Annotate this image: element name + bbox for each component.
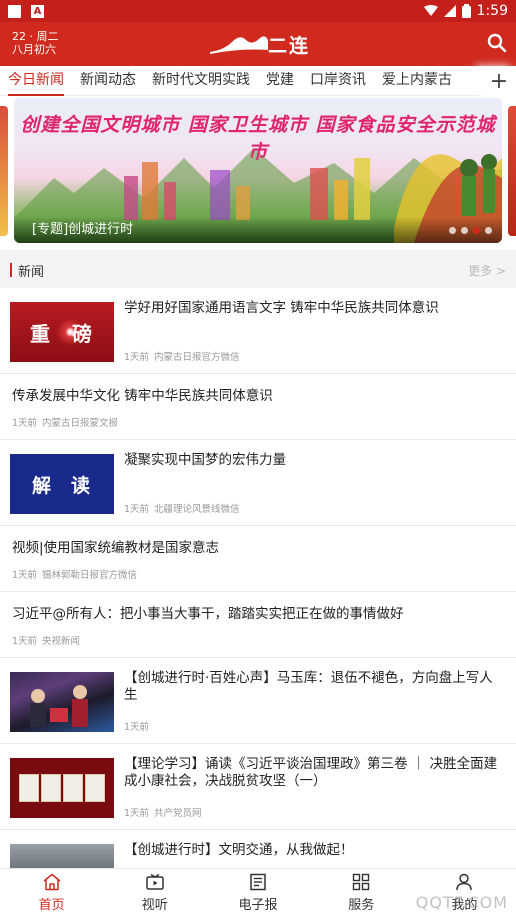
news-time: 1天前 (124, 722, 150, 733)
news-item[interactable]: 【理论学习】诵读《习近平谈治国理政》第三卷 ｜ 决胜全面建成小康社会，决战脱贫攻… (0, 744, 516, 830)
home-icon (43, 873, 61, 890)
more-link[interactable]: 更多 > (468, 262, 506, 279)
portrait-frame (41, 774, 61, 802)
nav-home[interactable]: 首页 (0, 869, 103, 916)
nav-label: 电子报 (238, 897, 278, 913)
date-display: 22 · 周二 八月初六 (12, 30, 59, 56)
nav-epaper[interactable]: 电子报 (206, 869, 309, 916)
news-time: 1天前 (124, 352, 150, 363)
banner-headline: 创建全国文明城市 国家卫生城市 国家食品安全示范城市 (20, 114, 496, 163)
news-title: 习近平@所有人：把小事当大事干，踏踏实实把正在做的事情做好 (12, 606, 404, 622)
status-bar: A 1:59 (0, 0, 516, 22)
news-source: 内蒙古日报蒙文报 (42, 418, 119, 429)
news-time: 1天前 (124, 504, 150, 515)
tab-news-updates[interactable]: 新闻动态 (72, 66, 144, 96)
app-notification-icon: A (31, 4, 44, 18)
carousel-dot[interactable] (449, 227, 456, 234)
news-title: 【创城进行时·百姓心声】马玉库：退伍不褪色，方向盘上写人生 (124, 670, 493, 703)
video-icon (146, 873, 164, 890)
news-item[interactable]: 传承发展中华文化 铸牢中华民族共同体意识 1天前 内蒙古日报蒙文报 (0, 374, 516, 440)
news-photo (30, 685, 88, 727)
banner-prev-slide[interactable] (0, 106, 8, 236)
news-meta: 1天前 (124, 719, 149, 733)
portrait-frame (63, 774, 83, 802)
carousel-dot-active[interactable] (473, 227, 480, 234)
wifi-icon (423, 5, 438, 16)
carousel-dot[interactable] (461, 227, 468, 234)
news-time: 1天前 (12, 570, 38, 581)
news-thumbnail: 解读 (10, 454, 114, 514)
nav-services[interactable]: 服务 (310, 869, 413, 916)
news-item[interactable]: 视频|使用国家统编教材是国家意志 1天前 锡林郭勒日报官方微信 (0, 526, 516, 592)
news-title: 传承发展中华文化 铸牢中华民族共同体意识 (12, 388, 273, 404)
tab-today-news[interactable]: 今日新闻 (0, 66, 72, 96)
tab-love-inner-mongolia[interactable]: 爱上内蒙古 (374, 66, 460, 96)
nav-label: 视听 (141, 897, 168, 913)
nav-label: 首页 (38, 897, 65, 913)
news-meta: 1天前 锡林郭勒日报官方微信 (12, 567, 137, 581)
newspaper-icon (250, 873, 266, 890)
news-source: 北疆理论风景线微信 (154, 504, 240, 515)
news-title: 学好用好国家通用语言文字 铸牢中华民族共同体意识 (124, 300, 439, 316)
lunar-date: 八月初六 (12, 43, 56, 56)
news-item[interactable]: 重磅 学好用好国家通用语言文字 铸牢中华民族共同体意识 1天前 内蒙古日报官方微信 (0, 288, 516, 374)
news-source: 共产党员网 (154, 808, 202, 819)
banner-slide[interactable]: 创建全国文明城市 国家卫生城市 国家食品安全示范城市 [专题]创城进行时 (14, 98, 502, 243)
news-title: 凝聚实现中国梦的宏伟力量 (124, 452, 286, 468)
tab-party-building[interactable]: 党建 (258, 66, 302, 96)
tab-port-news[interactable]: 口岸资讯 (302, 66, 374, 96)
add-tab-button[interactable]: + (482, 66, 516, 96)
news-meta: 1天前 内蒙古日报蒙文报 (12, 415, 118, 429)
news-item[interactable]: 习近平@所有人：把小事当大事干，踏踏实实把正在做的事情做好 1天前 央视新闻 (0, 592, 516, 658)
portrait-frame (19, 774, 39, 802)
nav-video[interactable]: 视听 (103, 869, 206, 916)
news-time: 1天前 (124, 808, 150, 819)
banner-carousel: 创建全国文明城市 国家卫生城市 国家食品安全示范城市 [专题]创城进行时 (0, 96, 516, 250)
news-meta: 1天前 北疆理论风景线微信 (124, 501, 240, 515)
carousel-dots (449, 227, 492, 234)
battery-icon (461, 4, 471, 18)
banner-caption: [专题]创城进行时 (14, 217, 502, 243)
user-icon (456, 873, 473, 890)
news-item[interactable]: 解读 凝聚实现中国梦的宏伟力量 1天前 北疆理论风景线微信 (0, 440, 516, 526)
news-meta: 1天前 共产党员网 (124, 805, 202, 819)
news-time: 1天前 (12, 636, 38, 647)
notification-icon (8, 4, 21, 18)
carousel-dot[interactable] (485, 227, 492, 234)
category-tabs: 今日新闻 新闻动态 新时代文明实践 党建 口岸资讯 爱上内蒙古 + (0, 66, 516, 96)
nav-label: 服务 (348, 897, 375, 913)
news-title: 【理论学习】诵读《习近平谈治国理政》第三卷 ｜ 决胜全面建成小康社会，决战脱贫攻… (124, 756, 498, 789)
news-thumbnail (10, 672, 114, 732)
news-thumbnail (10, 758, 114, 818)
date-weekday: 22 · 周二 (12, 30, 59, 43)
banner-next-slide[interactable] (508, 106, 516, 236)
news-title: 【创城进行时】文明交通，从我做起！ (124, 842, 354, 858)
news-meta: 1天前 内蒙古日报官方微信 (124, 349, 240, 363)
news-item[interactable]: 【创城进行时·百姓心声】马玉库：退伍不褪色，方向盘上写人生 1天前 (0, 658, 516, 744)
news-meta: 1天前 央视新闻 (12, 633, 80, 647)
section-accent-bar (10, 263, 12, 277)
news-section-header: 新闻 更多 > (0, 252, 516, 288)
news-title: 视频|使用国家统编教材是国家意志 (12, 540, 220, 556)
section-title: 新闻 (18, 264, 45, 280)
grid-icon (353, 873, 370, 890)
portrait-frame (85, 774, 105, 802)
watermark: QQTF.COM (415, 893, 508, 912)
news-source: 内蒙古日报官方微信 (154, 352, 240, 363)
news-time: 1天前 (12, 418, 38, 429)
signal-icon (443, 5, 456, 17)
news-thumbnail: 重磅 (10, 302, 114, 362)
bottom-nav: 首页 视听 电子报 服务 我的 QQTF.COM (0, 868, 516, 916)
status-time: 1:59 (476, 3, 508, 19)
app-header: 22 · 周二 八月初六 二连 (0, 22, 516, 66)
news-source: 锡林郭勒日报官方微信 (42, 570, 138, 581)
app-logo-text: 二连 (268, 35, 311, 57)
news-source: 央视新闻 (42, 636, 81, 647)
search-icon[interactable] (486, 32, 508, 54)
news-list: 重磅 学好用好国家通用语言文字 铸牢中华民族共同体意识 1天前 内蒙古日报官方微信… (0, 288, 516, 916)
tab-civilization-practice[interactable]: 新时代文明实践 (144, 66, 258, 96)
